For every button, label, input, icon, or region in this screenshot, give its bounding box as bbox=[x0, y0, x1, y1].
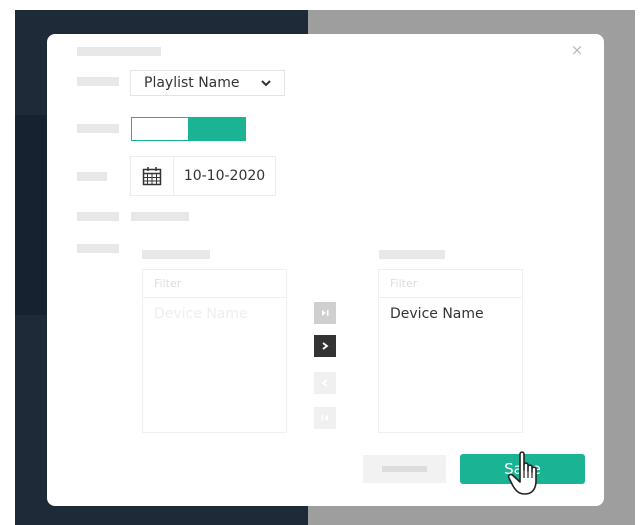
dialog: × Playlist Name 10-10-2020 Filter Device… bbox=[47, 34, 604, 506]
toggle-on-fill bbox=[188, 118, 245, 140]
available-filter-input[interactable]: Filter bbox=[143, 270, 286, 298]
available-list-title-placeholder bbox=[142, 250, 210, 259]
available-devices-list[interactable]: Filter Device Name bbox=[142, 269, 287, 433]
playlist-select[interactable]: Playlist Name bbox=[130, 70, 285, 96]
devices-label-placeholder bbox=[77, 244, 119, 253]
playlist-select-value: Playlist Name bbox=[144, 75, 240, 91]
chevron-down-icon bbox=[261, 80, 271, 87]
date-label-placeholder bbox=[77, 172, 107, 181]
close-icon[interactable]: × bbox=[570, 42, 584, 58]
hand-cursor-icon bbox=[507, 451, 537, 495]
toggle-label-placeholder bbox=[77, 124, 119, 133]
move-all-right-button[interactable] bbox=[314, 302, 336, 324]
move-left-button[interactable] bbox=[314, 372, 336, 394]
move-right-button[interactable] bbox=[314, 335, 336, 357]
playlist-label-placeholder bbox=[77, 77, 119, 86]
selected-filter-input[interactable]: Filter bbox=[379, 270, 522, 298]
move-all-left-icon bbox=[321, 415, 328, 421]
list-item[interactable]: Device Name bbox=[143, 298, 286, 322]
cancel-button[interactable] bbox=[363, 455, 446, 483]
move-right-icon bbox=[322, 342, 329, 350]
field-value-placeholder bbox=[131, 212, 189, 221]
list-item[interactable]: Device Name bbox=[379, 298, 522, 322]
move-all-right-icon bbox=[322, 310, 329, 316]
dialog-title-placeholder bbox=[77, 47, 161, 56]
status-toggle[interactable] bbox=[131, 117, 246, 141]
selected-devices-list[interactable]: Filter Device Name bbox=[378, 269, 523, 433]
move-left-icon bbox=[321, 379, 328, 387]
cancel-label-placeholder bbox=[382, 466, 427, 472]
date-value[interactable]: 10-10-2020 bbox=[174, 157, 275, 195]
calendar-icon[interactable] bbox=[131, 157, 174, 195]
selected-list-title-placeholder bbox=[379, 250, 445, 259]
field-label-placeholder bbox=[77, 212, 119, 221]
move-all-left-button[interactable] bbox=[314, 407, 336, 429]
date-picker[interactable]: 10-10-2020 bbox=[130, 156, 276, 196]
